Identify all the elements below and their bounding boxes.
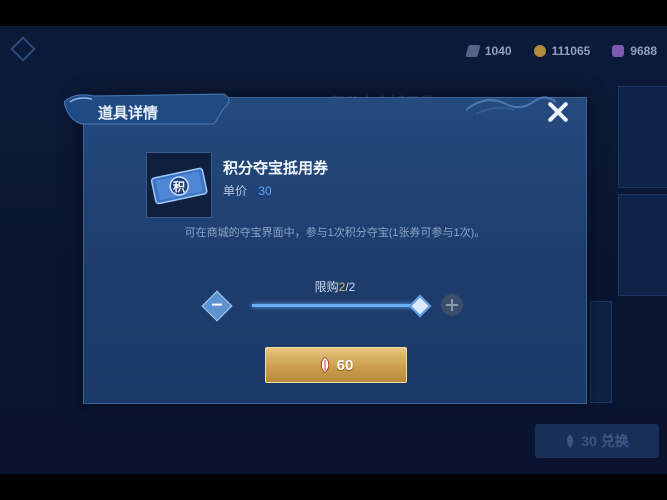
limit-total: /2 — [345, 280, 356, 294]
price-row: 单价 30 — [223, 182, 272, 199]
price-label: 单价 — [223, 184, 248, 198]
gold-coin-icon — [533, 45, 546, 57]
voucher-glyph: 积 — [173, 179, 185, 194]
cloud-swirl-decoration — [466, 96, 556, 115]
feather-currency-icon — [320, 357, 329, 373]
buy-button[interactable]: 60 — [265, 347, 407, 383]
gem-currency-icon — [612, 45, 625, 57]
resource-bar: 1040 111065 9688 — [465, 42, 657, 60]
close-button[interactable] — [544, 98, 572, 126]
resource-value-diamond: 1040 — [484, 44, 512, 58]
voucher-ticket-icon: 积 — [150, 167, 208, 205]
dialog-title: 道具详情 — [98, 105, 159, 122]
game-screen: 1040 111065 9688 积分夺宝抵用券 30 兑换 道具详情 — [0, 26, 667, 474]
price-value: 30 — [258, 184, 272, 198]
background-card — [618, 194, 667, 296]
quantity-slider-thumb[interactable] — [408, 294, 432, 318]
buy-price: 60 — [336, 356, 354, 374]
background-exchange-button: 30 兑换 — [535, 424, 659, 458]
resource-value-gem: 9688 — [630, 44, 657, 58]
feather-icon — [567, 434, 574, 448]
quantity-slider-fill — [252, 304, 420, 307]
background-card — [618, 86, 667, 188]
purchase-limit: 限购2/2 — [84, 278, 586, 295]
quantity-slider-track[interactable] — [252, 304, 420, 307]
diamond-currency-icon — [465, 45, 481, 57]
background-card — [590, 301, 612, 403]
item-description: 可在商城的夺宝界面中，参与1次积分夺宝(1张券可参与1次)。 — [184, 227, 486, 239]
background-exchange-label: 30 兑换 — [581, 433, 629, 449]
increase-quantity-button[interactable] — [441, 294, 463, 316]
back-diamond-icon[interactable] — [10, 36, 36, 62]
item-name: 积分夺宝抵用券 — [223, 160, 329, 177]
item-icon-frame: 积 — [146, 152, 212, 218]
limit-label: 限购 — [314, 280, 339, 294]
decrease-quantity-button[interactable] — [201, 290, 233, 322]
item-detail-dialog: 道具详情 积 积分夺宝抵用券 单价 30 可在商城的夺宝界面中，参与1次积分夺宝… — [64, 93, 587, 404]
resource-value-gold: 111065 — [551, 44, 591, 58]
